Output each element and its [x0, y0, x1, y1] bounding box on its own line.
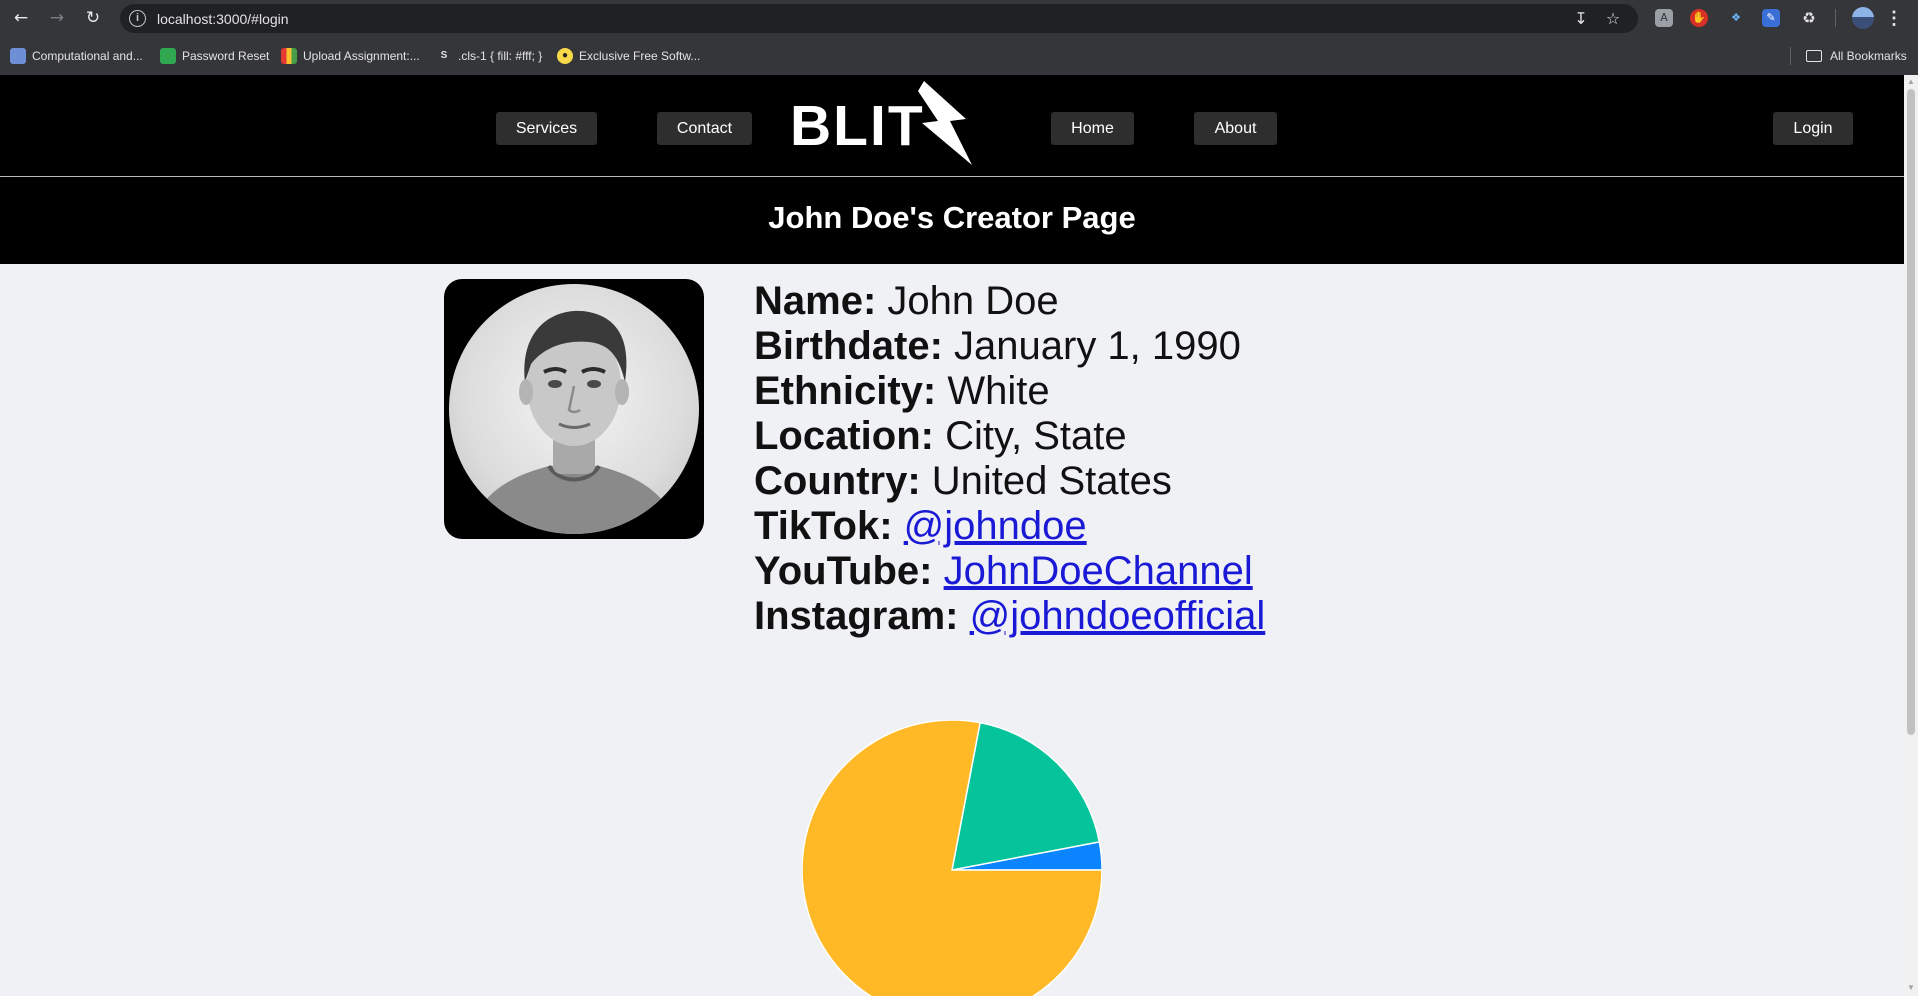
- country-row: Country: United States: [754, 459, 1265, 504]
- birthdate-row: Birthdate: January 1, 1990: [754, 324, 1265, 369]
- bookmark-password-reset[interactable]: Password Reset: [160, 47, 269, 65]
- bookmark-computational[interactable]: Computational and...: [10, 47, 143, 65]
- location-label: Location:: [754, 414, 934, 458]
- trophy-icon: ●: [557, 48, 573, 64]
- back-icon[interactable]: ←: [10, 7, 32, 29]
- browser-menu-icon[interactable]: ⋮: [1884, 7, 1904, 29]
- url-text[interactable]: localhost:3000/#login: [157, 11, 289, 27]
- youtube-label: YouTube:: [754, 549, 933, 593]
- install-app-icon[interactable]: ↧: [1571, 9, 1591, 29]
- bookmark-upload-assignment[interactable]: Upload Assignment:...: [281, 47, 420, 65]
- extension-a-icon[interactable]: A: [1655, 9, 1673, 27]
- bookmark-label: .cls-1 { fill: #fff; }: [458, 49, 543, 63]
- youtube-row: YouTube: JohnDoeChannel: [754, 549, 1265, 594]
- bar-chart-icon: [281, 48, 297, 64]
- instagram-row: Instagram: @johndoeofficial: [754, 594, 1265, 639]
- address-bar[interactable]: i localhost:3000/#login ↧ ☆: [120, 4, 1638, 33]
- bookmark-label: Upload Assignment:...: [303, 49, 420, 63]
- globe-icon: [10, 48, 26, 64]
- country-label: Country:: [754, 459, 921, 503]
- ethnicity-value: White: [947, 369, 1050, 413]
- site-info-icon[interactable]: i: [129, 10, 146, 27]
- profile-info: Name: John Doe Birthdate: January 1, 199…: [754, 279, 1265, 639]
- nav-login-button[interactable]: Login: [1773, 112, 1853, 145]
- location-row: Location: City, State: [754, 414, 1265, 459]
- page-banner: John Doe's Creator Page: [0, 177, 1904, 264]
- country-value: United States: [931, 459, 1172, 503]
- avatar: [444, 279, 704, 539]
- extension-dropbox-icon[interactable]: ❖: [1727, 9, 1745, 27]
- folder-icon: [1806, 50, 1822, 62]
- tiktok-link[interactable]: @johndoe: [904, 504, 1087, 548]
- extension-docs-icon[interactable]: ✎: [1762, 9, 1780, 27]
- lightning-bolt-icon: [918, 81, 972, 165]
- page-title: John Doe's Creator Page: [768, 200, 1136, 235]
- scroll-up-icon[interactable]: ▲: [1906, 77, 1916, 87]
- ethnicity-label: Ethnicity:: [754, 369, 937, 413]
- blit-logo[interactable]: BLIT: [789, 81, 984, 169]
- extension-stop-icon[interactable]: ✋: [1690, 9, 1708, 27]
- name-label: Name:: [754, 279, 877, 323]
- ethnicity-row: Ethnicity: White: [754, 369, 1265, 414]
- document-icon: [160, 48, 176, 64]
- forward-icon[interactable]: →: [46, 7, 68, 29]
- bookmark-exclusive-free[interactable]: ● Exclusive Free Softw...: [557, 47, 700, 65]
- scroll-down-icon[interactable]: ▼: [1906, 983, 1916, 993]
- portrait-illustration: [469, 310, 679, 534]
- bookmarks-bar: Computational and... Password Reset Uplo…: [0, 37, 1918, 75]
- name-value: John Doe: [887, 279, 1059, 323]
- name-row: Name: John Doe: [754, 279, 1265, 324]
- s-logo-icon: S: [440, 50, 448, 61]
- all-bookmarks[interactable]: All Bookmarks: [1806, 47, 1907, 65]
- nav-services-button[interactable]: Services: [496, 112, 597, 145]
- bookmark-label: Password Reset: [182, 49, 270, 63]
- bookmark-label: Exclusive Free Softw...: [579, 49, 701, 63]
- profile-photo: [449, 284, 699, 534]
- instagram-link[interactable]: @johndoeofficial: [970, 594, 1266, 638]
- birthdate-value: January 1, 1990: [954, 324, 1241, 368]
- tiktok-label: TikTok:: [754, 504, 893, 548]
- site-header: Services Contact BLIT Home About Login: [0, 75, 1904, 177]
- bookmark-star-icon[interactable]: ☆: [1603, 9, 1623, 29]
- nav-about-button[interactable]: About: [1194, 112, 1277, 145]
- profile-avatar[interactable]: [1852, 7, 1874, 29]
- tiktok-row: TikTok: @johndoe: [754, 504, 1265, 549]
- bookmark-label: All Bookmarks: [1830, 49, 1907, 63]
- nav-contact-button[interactable]: Contact: [657, 112, 752, 145]
- instagram-label: Instagram:: [754, 594, 959, 638]
- scroll-thumb[interactable]: [1907, 89, 1915, 735]
- birthdate-label: Birthdate:: [754, 324, 943, 368]
- youtube-link[interactable]: JohnDoeChannel: [944, 549, 1253, 593]
- pie-chart: [802, 720, 1102, 996]
- page-viewport: Services Contact BLIT Home About Login J…: [0, 75, 1918, 996]
- location-value: City, State: [945, 414, 1127, 458]
- logo-text: BLIT: [790, 94, 925, 158]
- bookmark-label: Computational and...: [32, 49, 143, 63]
- page-scrollbar[interactable]: ▲ ▼: [1904, 75, 1918, 996]
- reload-icon[interactable]: ↻: [82, 7, 104, 29]
- nav-home-button[interactable]: Home: [1051, 112, 1134, 145]
- bookmark-cls[interactable]: S .cls-1 { fill: #fff; }: [436, 47, 543, 65]
- browser-toolbar: ← → ↻ i localhost:3000/#login ↧ ☆ A ✋ ❖ …: [0, 0, 1918, 37]
- extensions-puzzle-icon[interactable]: ♻: [1800, 9, 1818, 27]
